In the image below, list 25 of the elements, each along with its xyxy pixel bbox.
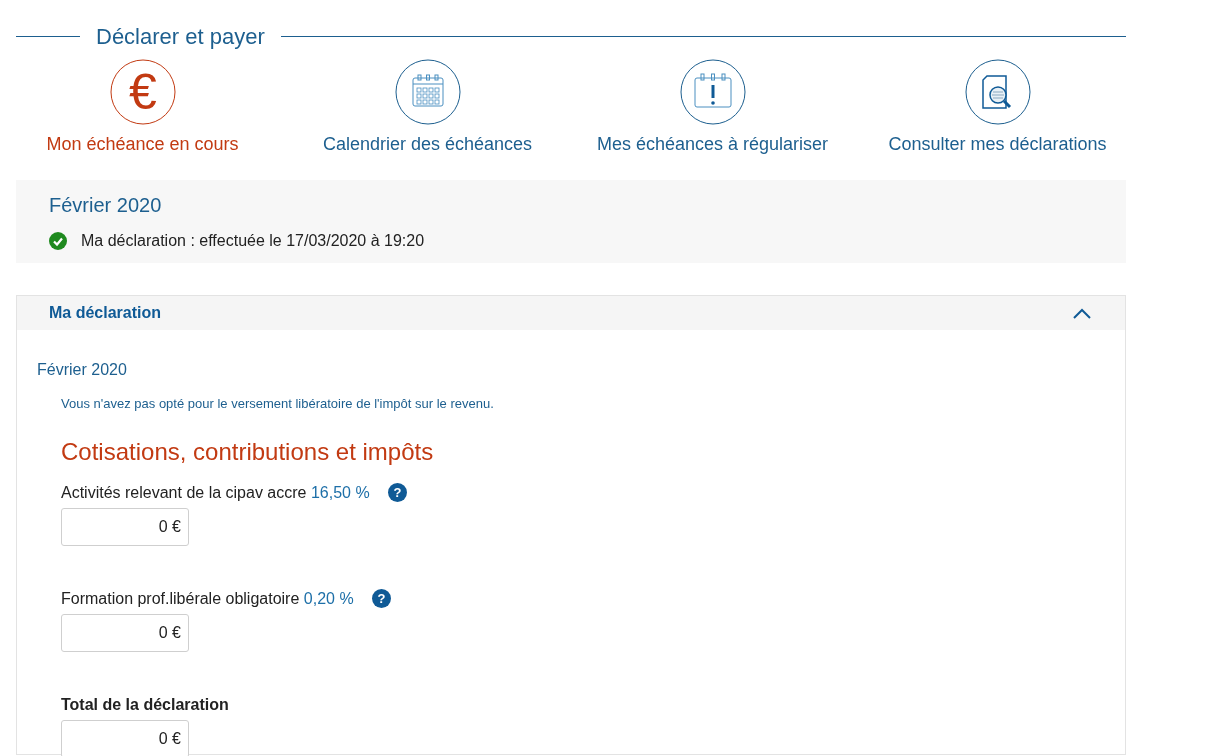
- document-search-icon: [964, 59, 1031, 125]
- field-label: Activités relevant de la cipav accre 16,50 %: [61, 482, 370, 503]
- status-message: Ma déclaration : effectuée le 17/03/2020 à 19:20: [81, 231, 425, 251]
- amount-field[interactable]: 0 €: [61, 507, 189, 546]
- field-label: Formation prof.libérale obligatoire 0,20 %: [61, 588, 354, 609]
- info-note: Vous n'avez pas opté pour le versement libératoire de l'impôt sur le revenu.: [61, 395, 495, 413]
- accordion-title: Ma déclaration: [49, 303, 162, 323]
- nav-link[interactable]: Consulter mes déclarations: [888, 131, 1107, 158]
- help-icon[interactable]: ?: [371, 589, 391, 608]
- period-title: Février 2020: [49, 193, 163, 218]
- calendar-icon: [394, 59, 461, 125]
- nav-link[interactable]: Calendrier des échéances: [322, 131, 533, 158]
- accordion-header[interactable]: Ma déclaration: [17, 296, 1125, 330]
- section-heading: Cotisations, contributions et impôts: [61, 436, 435, 467]
- amount-field[interactable]: 0 €: [61, 719, 189, 756]
- amount-field[interactable]: 0 €: [61, 613, 189, 652]
- nav-link[interactable]: Mes échéances à régulariser: [596, 131, 829, 158]
- help-icon[interactable]: ?: [387, 483, 407, 502]
- period-subtitle: Février 2020: [37, 360, 128, 380]
- calendar-alert-icon: [679, 59, 746, 125]
- nav-link[interactable]: Mon échéance en cours: [46, 131, 239, 158]
- section-title: Déclarer et payer: [95, 23, 266, 51]
- field-label: Total de la déclaration: [61, 694, 229, 715]
- euro-icon: €: [109, 59, 176, 125]
- chevron-up-icon[interactable]: [1073, 307, 1091, 319]
